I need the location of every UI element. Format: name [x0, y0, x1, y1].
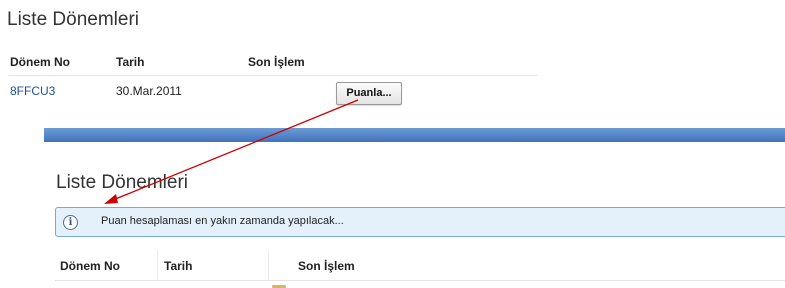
period-date: 30.Mar.2011: [116, 84, 182, 98]
column-header-date: Tarih: [116, 55, 145, 69]
column-header-last-action: Son İşlem: [248, 55, 305, 69]
column-divider: [268, 250, 269, 280]
header-band: [44, 128, 785, 142]
column-header-period-no: Dönem No: [60, 259, 120, 273]
column-divider: [157, 250, 158, 280]
column-header-date: Tarih: [164, 259, 193, 273]
table-header-divider: [55, 280, 785, 281]
table-header-divider: [8, 75, 538, 76]
annotation-arrow: [104, 99, 359, 204]
info-icon: i: [63, 215, 78, 230]
column-header-period-no: Dönem No: [10, 55, 70, 69]
score-button[interactable]: Puanla...: [336, 82, 402, 105]
column-header-last-action: Son İşlem: [298, 259, 355, 273]
page-title: Liste Dönemleri: [7, 9, 139, 30]
page-title-result: Liste Dönemleri: [56, 172, 188, 193]
annotation-arrow-head: [104, 194, 118, 204]
period-no-link[interactable]: 8FFCU3: [10, 84, 55, 98]
info-message-text: Puan hesaplaması en yakın zamanda yapıla…: [101, 215, 344, 227]
